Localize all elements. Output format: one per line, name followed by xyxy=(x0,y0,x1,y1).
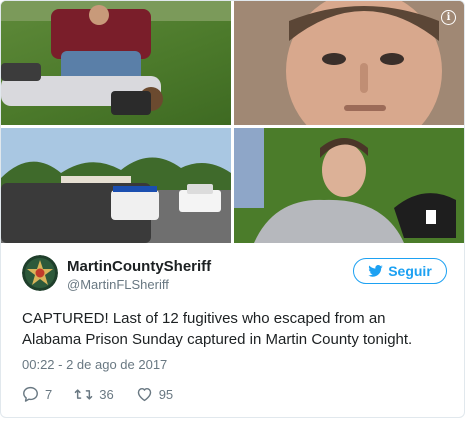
tweet-card: i MartinCountySheriff @MartinFLSheriff S… xyxy=(0,0,465,418)
reply-action[interactable]: 7 xyxy=(22,386,52,402)
follow-label: Seguir xyxy=(388,263,432,279)
mugshot-illustration xyxy=(234,1,464,125)
photo-arrest-on-grass[interactable] xyxy=(1,1,231,125)
tweet-actions: 7 36 95 xyxy=(22,383,173,405)
street-illustration xyxy=(1,128,231,243)
info-icon[interactable]: i xyxy=(441,10,456,25)
author-names: MartinCountySheriff @MartinFLSheriff xyxy=(67,258,211,293)
retweet-count: 36 xyxy=(99,386,114,402)
author-handle[interactable]: @MartinFLSheriff xyxy=(67,276,211,293)
selfie-illustration xyxy=(234,128,464,243)
like-action[interactable]: 95 xyxy=(136,386,173,402)
tweet-text: CAPTURED! Last of 12 fugitives who escap… xyxy=(22,310,413,348)
follow-button[interactable]: Seguir xyxy=(353,258,447,284)
sheriff-star-badge-icon[interactable] xyxy=(22,255,58,291)
photo-street-scene[interactable] xyxy=(1,128,231,243)
reply-icon xyxy=(23,386,38,402)
photo-mugshot[interactable]: i xyxy=(234,1,464,125)
retweet-action[interactable]: 36 xyxy=(74,386,114,402)
retweet-icon xyxy=(74,388,93,400)
author-display-name[interactable]: MartinCountySheriff xyxy=(67,258,211,276)
tweet-author: MartinCountySheriff @MartinFLSheriff Seg… xyxy=(22,255,452,299)
heart-icon xyxy=(137,387,151,402)
tweet-timestamp[interactable]: 00:22 - 2 de ago de 2017 xyxy=(22,357,167,372)
twitter-bird-icon xyxy=(368,265,383,277)
like-count: 95 xyxy=(158,386,174,402)
photo-selfie[interactable] xyxy=(234,128,464,243)
photo-grid: i xyxy=(1,1,464,243)
arrest-photo-illustration xyxy=(1,1,231,115)
reply-count: 7 xyxy=(45,386,53,402)
